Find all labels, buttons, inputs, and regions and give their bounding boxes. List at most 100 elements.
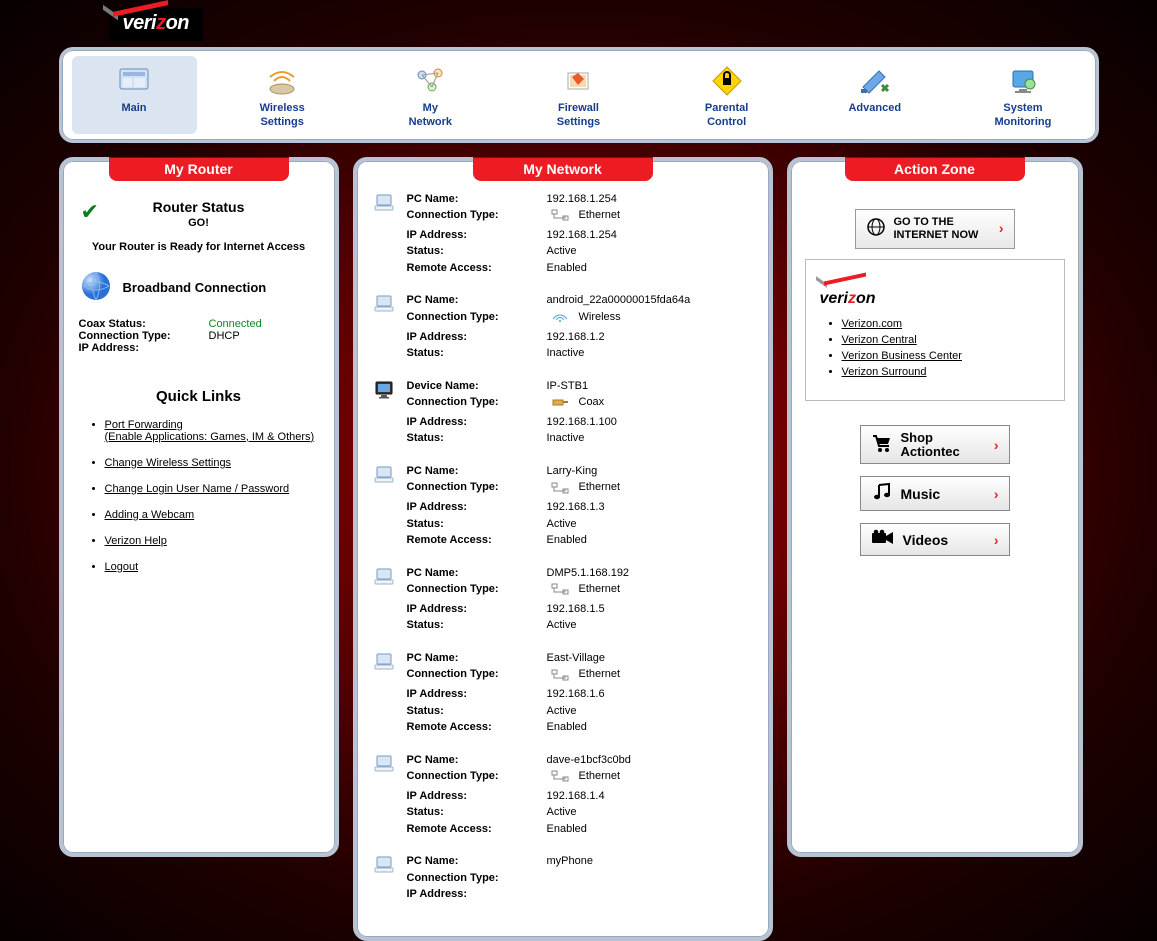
device-field-label: IP Address:: [407, 601, 547, 618]
connection-type-label: Connection Type:: [79, 330, 209, 342]
device-entry: PC Name:192.168.1.254Connection Type:Eth…: [373, 191, 753, 277]
device-field-value: 192.168.1.3: [547, 499, 707, 516]
device-field-value: myPhone: [547, 853, 707, 870]
action-zone-link[interactable]: Verizon Surround: [842, 366, 927, 378]
laptop-icon: [373, 752, 397, 838]
device-field-label: PC Name:: [407, 463, 547, 480]
action-music-button[interactable]: Music›: [860, 476, 1010, 511]
device-field-label: IP Address:: [407, 414, 547, 431]
monitor-icon: [373, 378, 397, 447]
wireless-icon: [547, 311, 573, 323]
quick-link[interactable]: Logout: [105, 561, 139, 573]
device-field-label: Status:: [407, 617, 547, 634]
device-field-label: IP Address:: [407, 788, 547, 805]
ethernet-icon: [547, 583, 573, 595]
globe-outline-icon: [866, 217, 886, 241]
device-field-value: Ethernet: [547, 666, 707, 686]
device-field-value: Enabled: [547, 260, 707, 277]
device-field-label: Connection Type:: [407, 479, 547, 499]
quick-link[interactable]: Port Forwarding: [105, 419, 183, 431]
action-zone-link-item: Verizon Surround: [842, 366, 1050, 378]
action-shop-actiontec-button[interactable]: ShopActiontec ›: [860, 425, 1010, 464]
button-label: Music: [901, 486, 941, 502]
nav-my-network[interactable]: MyNetwork: [368, 56, 493, 134]
device-field-label: IP Address:: [407, 499, 547, 516]
router-status-message: Your Router is Ready for Internet Access: [79, 241, 319, 253]
device-field-label: Status:: [407, 345, 547, 362]
nav-label: FirewallSettings: [520, 102, 637, 130]
ip-address-label: IP Address:: [79, 342, 209, 354]
laptop-icon: [373, 191, 397, 277]
device-field-value: Active: [547, 243, 707, 260]
device-field-value: Enabled: [547, 821, 707, 838]
quick-link[interactable]: Verizon Help: [105, 535, 167, 547]
device-entry: PC Name:android_22a00000015fda64aConnect…: [373, 292, 753, 361]
device-field-label: Status:: [407, 516, 547, 533]
device-field-label: Connection Type:: [407, 581, 547, 601]
action-zone-link[interactable]: Verizon Business Center: [842, 350, 962, 362]
chevron-right-icon: ›: [999, 220, 1004, 237]
device-field-value: android_22a00000015fda64a: [547, 292, 707, 309]
action-videos-button[interactable]: Videos ›: [860, 523, 1010, 556]
wireless-settings-icon: [224, 62, 341, 100]
device-entry: PC Name:dave-e1bcf3c0bdConnection Type:E…: [373, 752, 753, 838]
device-field-label: Status:: [407, 703, 547, 720]
quick-link[interactable]: Change Login User Name / Password: [105, 483, 290, 495]
device-field-label: PC Name:: [407, 853, 547, 870]
firewall-settings-icon: [520, 62, 637, 100]
nav-wireless-settings[interactable]: WirelessSettings: [220, 56, 345, 134]
laptop-icon: [373, 292, 397, 361]
laptop-icon: [373, 650, 397, 736]
device-entry: PC Name:Larry-KingConnection Type:Ethern…: [373, 463, 753, 549]
nav-system-monitoring[interactable]: SystemMonitoring: [960, 56, 1085, 134]
quick-link-item: Logout: [105, 561, 319, 573]
device-field-value: Active: [547, 804, 707, 821]
verizon-small-logo: verizon: [820, 274, 1050, 308]
quick-link[interactable]: Adding a Webcam: [105, 509, 195, 521]
device-field-value: Inactive: [547, 345, 707, 362]
quick-link-sub[interactable]: (Enable Applications: Games, IM & Others…: [105, 431, 315, 443]
device-field-value: 192.168.1.100: [547, 414, 707, 431]
chevron-right-icon: ›: [994, 437, 999, 453]
action-zone-link[interactable]: Verizon Central: [842, 334, 917, 346]
device-field-label: Remote Access:: [407, 821, 547, 838]
nav-parental-control[interactable]: ParentalControl: [664, 56, 789, 134]
nav-advanced[interactable]: Advanced: [812, 56, 937, 134]
chevron-right-icon: ›: [994, 532, 999, 548]
device-field-label: Connection Type:: [407, 309, 547, 329]
device-field-label: Status:: [407, 804, 547, 821]
device-entry: PC Name:DMP5.1.168.192Connection Type:Et…: [373, 565, 753, 634]
button-label: Videos: [903, 532, 949, 548]
laptop-icon: [373, 853, 397, 903]
device-field-value: 192.168.1.4: [547, 788, 707, 805]
nav-label: Advanced: [816, 102, 933, 116]
device-field-label: PC Name:: [407, 565, 547, 582]
panel-my-network: My Network PC Name:192.168.1.254Connecti…: [353, 157, 773, 941]
device-field-value: Ethernet: [547, 479, 707, 499]
action-zone-link-item: Verizon Central: [842, 334, 1050, 346]
go-to-internet-button[interactable]: GO TO THE INTERNET NOW ›: [855, 209, 1015, 249]
device-field-value: [547, 870, 707, 887]
device-field-label: Device Name:: [407, 378, 547, 395]
device-field-label: PC Name:: [407, 752, 547, 769]
device-field-label: Connection Type:: [407, 394, 547, 414]
nav-main[interactable]: Main: [72, 56, 197, 134]
device-field-value: Ethernet: [547, 768, 707, 788]
quick-link[interactable]: Change Wireless Settings: [105, 457, 232, 469]
broadband-title: Broadband Connection: [123, 280, 267, 295]
device-field-label: PC Name:: [407, 650, 547, 667]
button-label: ShopActiontec: [901, 431, 960, 458]
quick-link-item: Port Forwarding(Enable Applications: Gam…: [105, 419, 319, 443]
nav-firewall-settings[interactable]: FirewallSettings: [516, 56, 641, 134]
device-field-label: Remote Access:: [407, 532, 547, 549]
device-field-value: [547, 886, 707, 903]
action-zone-link[interactable]: Verizon.com: [842, 318, 903, 330]
go-to-internet-label: GO TO THE INTERNET NOW: [894, 216, 991, 242]
device-field-label: Status:: [407, 430, 547, 447]
device-field-value: Ethernet: [547, 207, 707, 227]
nav-label: Main: [76, 102, 193, 116]
coax-status-label: Coax Status:: [79, 318, 209, 330]
device-field-label: Connection Type:: [407, 768, 547, 788]
ethernet-icon: [547, 482, 573, 494]
verizon-links-box: verizon Verizon.com Verizon Central Verizo…: [805, 259, 1065, 401]
